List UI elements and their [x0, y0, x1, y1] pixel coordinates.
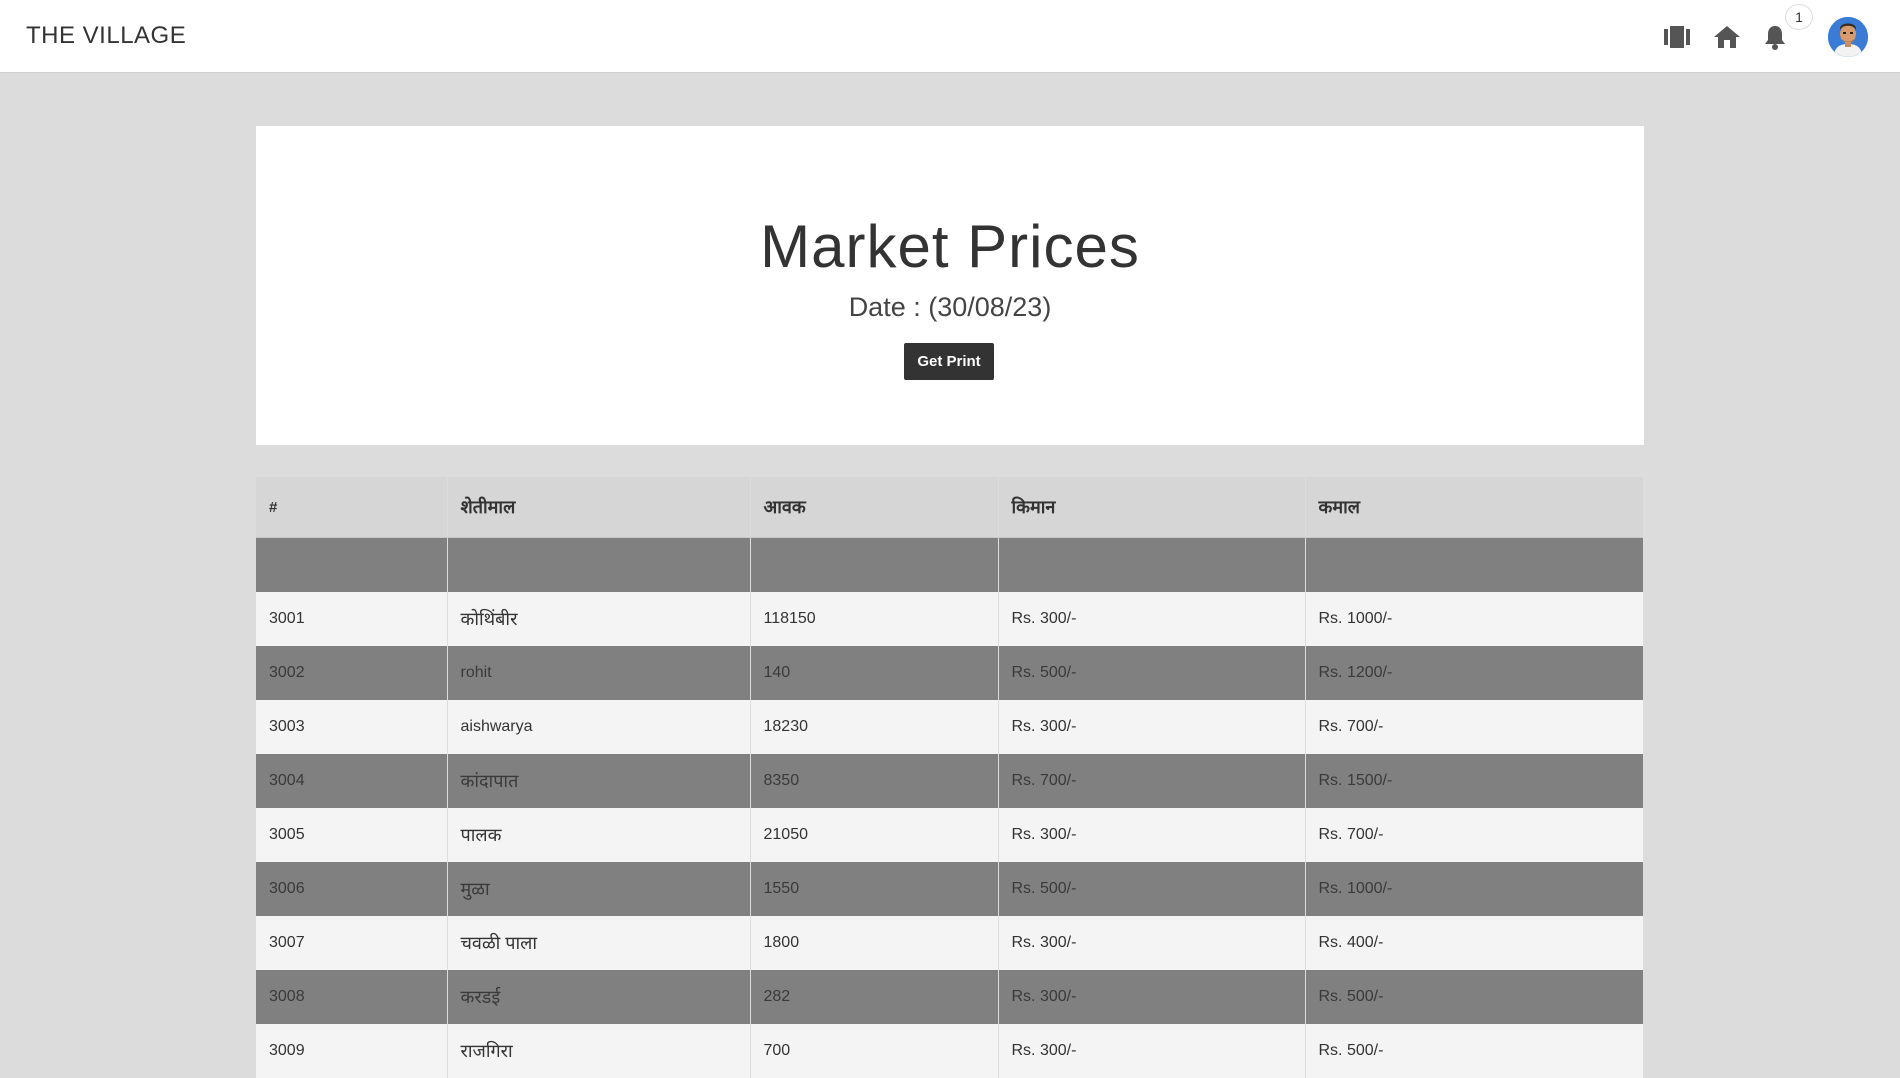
arrival-quantity: 8350	[750, 754, 999, 808]
table-row: 3002 rohit 140 Rs. 500/- Rs. 1200/-	[256, 646, 1643, 700]
arrival-quantity: 140	[750, 646, 999, 700]
min-price: Rs. 300/-	[998, 700, 1306, 754]
table-row: 3004 कांदापात 8350 Rs. 700/- Rs. 1500/-	[256, 754, 1643, 808]
get-print-button[interactable]: Get Print	[904, 343, 994, 380]
table-cell	[750, 537, 999, 592]
table-cell	[998, 537, 1306, 592]
produce-name: मुळा	[447, 862, 751, 916]
row-number: 3005	[256, 808, 448, 862]
row-number: 3001	[256, 592, 448, 646]
table-cell	[447, 537, 751, 592]
column-header-produce[interactable]: शेतीमाल	[447, 477, 751, 538]
market-prices-table-container: # शेतीमाल आवक किमान कमाल 3001 कोथिंबीर 1…	[256, 477, 1643, 1078]
page-title: Market Prices	[760, 213, 1140, 280]
min-price: Rs. 300/-	[998, 592, 1306, 646]
min-price: Rs. 500/-	[998, 862, 1306, 916]
empty-table-row	[256, 537, 1643, 592]
min-price: Rs. 300/-	[998, 916, 1306, 970]
table-row: 3003 aishwarya 18230 Rs. 300/- Rs. 700/-	[256, 700, 1643, 754]
table-row: 3009 राजगिरा 700 Rs. 300/- Rs. 500/-	[256, 1024, 1643, 1078]
max-price: Rs. 500/-	[1305, 1024, 1643, 1078]
arrival-quantity: 1800	[750, 916, 999, 970]
row-number: 3004	[256, 754, 448, 808]
min-price: Rs. 700/-	[998, 754, 1306, 808]
produce-name: aishwarya	[447, 700, 751, 754]
table-row: 3007 चवळी पाला 1800 Rs. 300/- Rs. 400/-	[256, 916, 1643, 970]
market-prices-header-card: Market Prices Date : (30/08/23) Get Prin…	[256, 126, 1644, 445]
user-avatar[interactable]	[1828, 17, 1868, 57]
arrival-quantity: 282	[750, 970, 999, 1024]
table-cell	[256, 537, 448, 592]
column-header-min-price[interactable]: किमान	[998, 477, 1306, 538]
notification-count-badge[interactable]: 1	[1785, 4, 1813, 30]
arrival-quantity: 21050	[750, 808, 999, 862]
row-number: 3009	[256, 1024, 448, 1078]
min-price: Rs. 300/-	[998, 1024, 1306, 1078]
arrival-quantity: 118150	[750, 592, 999, 646]
table-row: 3008 करडई 282 Rs. 300/- Rs. 500/-	[256, 970, 1643, 1024]
column-header-max-price[interactable]: कमाल	[1305, 477, 1643, 538]
min-price: Rs. 300/-	[998, 970, 1306, 1024]
home-icon[interactable]	[1710, 20, 1744, 54]
row-number: 3002	[256, 646, 448, 700]
produce-name: rohit	[447, 646, 751, 700]
produce-name: कोथिंबीर	[447, 592, 751, 646]
table-cell	[1305, 537, 1643, 592]
produce-name: चवळी पाला	[447, 916, 751, 970]
top-navbar: THE VILLAGE 1	[0, 0, 1900, 73]
table-row: 3001 कोथिंबीर 118150 Rs. 300/- Rs. 1000/…	[256, 592, 1643, 646]
max-price: Rs. 1500/-	[1305, 754, 1643, 808]
row-number: 3008	[256, 970, 448, 1024]
max-price: Rs. 1000/-	[1305, 592, 1643, 646]
arrival-quantity: 1550	[750, 862, 999, 916]
max-price: Rs. 700/-	[1305, 808, 1643, 862]
row-number: 3003	[256, 700, 448, 754]
produce-name: पालक	[447, 808, 751, 862]
row-number: 3007	[256, 916, 448, 970]
max-price: Rs. 1000/-	[1305, 862, 1643, 916]
min-price: Rs. 300/-	[998, 808, 1306, 862]
produce-name: करडई	[447, 970, 751, 1024]
produce-name: राजगिरा	[447, 1024, 751, 1078]
column-header-number[interactable]: #	[256, 477, 448, 538]
max-price: Rs. 700/-	[1305, 700, 1643, 754]
produce-name: कांदापात	[447, 754, 751, 808]
brand-title[interactable]: THE VILLAGE	[26, 22, 186, 50]
column-header-arrival[interactable]: आवक	[750, 477, 999, 538]
max-price: Rs. 400/-	[1305, 916, 1643, 970]
table-row: 3005 पालक 21050 Rs. 300/- Rs. 700/-	[256, 808, 1643, 862]
market-prices-table: # शेतीमाल आवक किमान कमाल 3001 कोथिंबीर 1…	[256, 477, 1643, 1078]
table-row: 3006 मुळा 1550 Rs. 500/- Rs. 1000/-	[256, 862, 1643, 916]
bell-icon[interactable]	[1758, 20, 1792, 54]
table-header-row: # शेतीमाल आवक किमान कमाल	[256, 477, 1643, 538]
price-date: Date : (30/08/23)	[848, 292, 1052, 322]
max-price: Rs. 1200/-	[1305, 646, 1643, 700]
row-number: 3006	[256, 862, 448, 916]
arrival-quantity: 700	[750, 1024, 999, 1078]
arrival-quantity: 18230	[750, 700, 999, 754]
gallery-icon[interactable]	[1660, 20, 1694, 54]
min-price: Rs. 500/-	[998, 646, 1306, 700]
max-price: Rs. 500/-	[1305, 970, 1643, 1024]
